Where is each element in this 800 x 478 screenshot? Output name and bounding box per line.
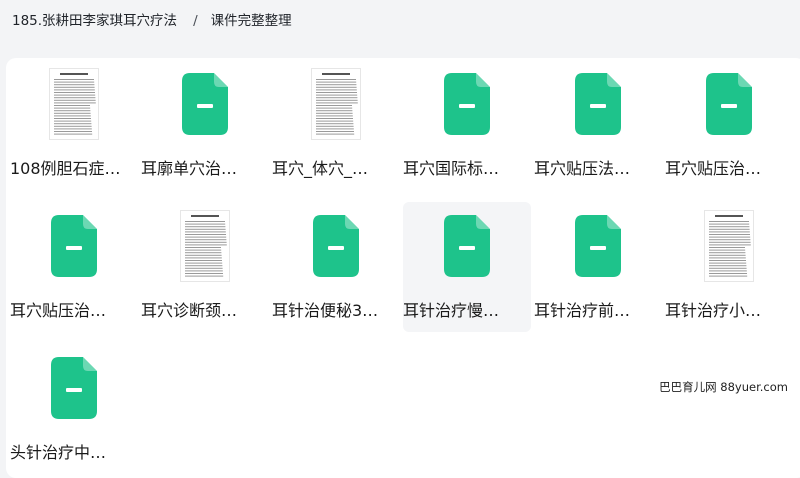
file-name: 耳穴_体穴_… <box>272 159 369 178</box>
breadcrumb-folder[interactable]: 185.张耕田李家琪耳穴疗法 <box>12 13 177 29</box>
scanned-page-thumbnail <box>181 211 229 281</box>
file-thumbnail <box>439 210 495 282</box>
file-thumbnail <box>439 68 495 140</box>
file-item[interactable]: 耳穴国际标… <box>403 60 531 190</box>
file-item[interactable]: 耳廓单穴治… <box>141 60 269 190</box>
file-name: 耳穴诊断颈… <box>141 301 238 320</box>
file-item[interactable]: 头针治疗中… <box>10 344 138 474</box>
scanned-page-thumbnail <box>312 69 360 139</box>
file-name: 耳穴国际标… <box>403 159 500 178</box>
file-name: 耳针治疗前… <box>534 301 631 320</box>
scanned-page-thumbnail <box>50 69 98 139</box>
document-icon <box>575 73 621 135</box>
file-thumbnail <box>701 210 757 282</box>
file-item[interactable]: 耳针治疗前… <box>534 202 662 332</box>
watermark: 巴巴育儿网 88yuer.com <box>657 378 790 396</box>
file-item[interactable]: 耳穴诊断颈… <box>141 202 269 332</box>
document-icon <box>444 215 490 277</box>
file-item[interactable]: 耳针治疗小… <box>665 202 793 332</box>
file-thumbnail <box>570 210 626 282</box>
file-item[interactable]: 108例胆石症… <box>10 60 138 190</box>
document-icon <box>51 215 97 277</box>
file-thumbnail <box>308 68 364 140</box>
document-icon <box>575 215 621 277</box>
file-thumbnail <box>46 352 102 424</box>
file-name: 耳穴贴压法… <box>534 159 631 178</box>
breadcrumb-separator: / <box>193 13 198 29</box>
file-name: 耳廓单穴治… <box>141 159 238 178</box>
document-icon <box>51 357 97 419</box>
file-thumbnail <box>177 68 233 140</box>
file-grid-panel: 108例胆石症… 耳廓单穴治… 耳穴_体穴_… 耳穴国际标… 耳穴贴压法… 耳穴贴压治… 耳… <box>6 58 800 478</box>
file-thumbnail <box>177 210 233 282</box>
file-name: 耳穴贴压治… <box>10 301 107 320</box>
file-grid: 108例胆石症… 耳廓单穴治… 耳穴_体穴_… 耳穴国际标… 耳穴贴压法… 耳穴贴压治… 耳… <box>10 60 800 462</box>
breadcrumb-current: 课件完整整理 <box>210 13 292 29</box>
file-name: 108例胆石症… <box>10 159 121 178</box>
file-name: 耳针治疗小… <box>665 301 762 320</box>
scanned-page-thumbnail <box>705 211 753 281</box>
document-icon <box>182 73 228 135</box>
file-item[interactable]: 耳穴贴压法… <box>534 60 662 190</box>
file-item[interactable]: 耳针治便秘3… <box>272 202 400 332</box>
document-icon <box>444 73 490 135</box>
file-thumbnail <box>308 210 364 282</box>
file-thumbnail <box>46 68 102 140</box>
document-icon <box>313 215 359 277</box>
file-item[interactable]: 耳穴_体穴_… <box>272 60 400 190</box>
file-thumbnail <box>46 210 102 282</box>
file-name: 耳穴贴压治… <box>665 159 762 178</box>
file-name: 耳针治便秘3… <box>272 301 379 320</box>
file-thumbnail <box>570 68 626 140</box>
file-name: 耳针治疗慢… <box>403 301 500 320</box>
file-item[interactable]: 耳穴贴压治… <box>10 202 138 332</box>
file-name: 头针治疗中… <box>10 443 107 462</box>
file-thumbnail <box>701 68 757 140</box>
file-item[interactable]: 耳穴贴压治… <box>665 60 793 190</box>
document-icon <box>706 73 752 135</box>
file-item[interactable]: 耳针治疗慢… <box>403 202 531 332</box>
breadcrumb: 185.张耕田李家琪耳穴疗法 / 课件完整整理 <box>12 9 292 29</box>
